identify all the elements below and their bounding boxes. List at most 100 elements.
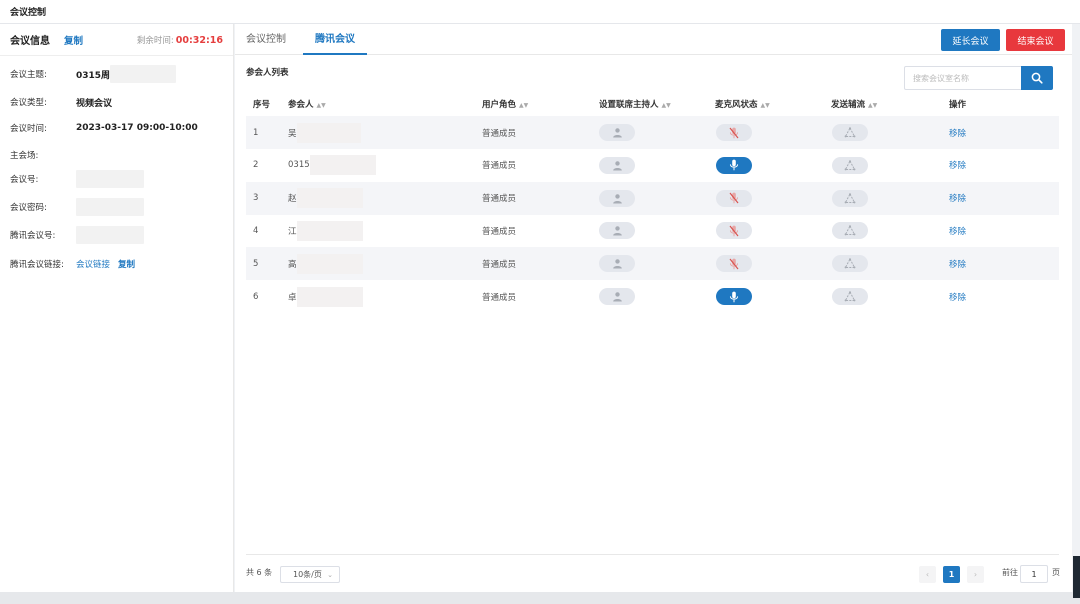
mic-toggle[interactable] [716, 247, 752, 280]
mic-toggle[interactable] [716, 149, 752, 182]
cohost-toggle[interactable] [599, 280, 635, 313]
share-icon [844, 192, 856, 203]
remove-button[interactable]: 移除 [949, 291, 966, 303]
col-share[interactable]: 发送辅流 ▲▼ [831, 94, 877, 116]
cohost-toggle[interactable] [599, 182, 635, 215]
page-size-value: 10条/页 [293, 570, 322, 579]
goto-page-input[interactable]: 1 [1020, 565, 1048, 583]
cell-text: 普通成员 [482, 259, 517, 270]
share-toggle[interactable] [832, 247, 868, 280]
mic-button[interactable] [716, 156, 752, 174]
col-role[interactable]: 用户角色 ▲▼ [482, 94, 528, 116]
next-page-button[interactable]: › [967, 566, 984, 583]
info-type-label: 会议类型: [10, 98, 47, 108]
col-mic-label: 麦克风状态 [715, 100, 758, 110]
info-subject-label: 会议主题: [10, 70, 47, 80]
cohost-button[interactable] [599, 156, 635, 174]
remove-button[interactable]: 移除 [949, 127, 966, 139]
remove-cell: 移除 [949, 214, 966, 247]
copy-info-button[interactable]: 复制 [64, 33, 83, 47]
cell-text: 4 [253, 225, 259, 236]
cohost-toggle[interactable] [599, 149, 635, 182]
col-role-label: 用户角色 [482, 100, 517, 110]
cohost-toggle[interactable] [599, 116, 635, 149]
share-button[interactable] [832, 156, 868, 174]
remove-cell: 移除 [949, 182, 966, 215]
sort-icon[interactable]: ▲▼ [761, 102, 770, 109]
extend-meeting-button[interactable]: 延长会议 [941, 29, 1000, 51]
sort-icon[interactable]: ▲▼ [519, 102, 528, 109]
share-button[interactable] [832, 288, 868, 305]
participant-name-text: 0315 [288, 160, 310, 171]
page-1-button[interactable]: 1 [943, 566, 960, 583]
sort-icon[interactable]: ▲▼ [662, 102, 671, 109]
cohost-button[interactable] [599, 222, 635, 240]
end-meeting-button[interactable]: 结束会议 [1006, 29, 1065, 51]
redacted-block [309, 155, 376, 176]
window-title: 会议控制 [0, 0, 1080, 24]
cell-text: 6 [253, 291, 259, 302]
share-button[interactable] [832, 124, 868, 141]
tab-meeting-control[interactable]: 会议控制 [246, 24, 286, 55]
info-tx-link: 腾讯会议链接: 会议链接 复制 [10, 254, 230, 274]
table-row: 5 高 普通成员 移除 [246, 247, 1059, 281]
share-toggle[interactable] [832, 149, 868, 182]
col-participant[interactable]: 参会人 ▲▼ [288, 94, 326, 116]
redacted-block [296, 220, 363, 241]
table-row: 1 吴 普通成员 移除 [246, 116, 1059, 149]
remove-cell: 移除 [949, 116, 966, 149]
tx-meeting-link[interactable]: 会议链接 [76, 258, 110, 270]
cell-text: 普通成员 [482, 292, 517, 303]
cohost-button[interactable] [599, 288, 635, 305]
share-toggle[interactable] [832, 214, 868, 247]
search-button[interactable] [1021, 66, 1053, 90]
mic-toggle[interactable] [716, 182, 752, 215]
microphone-off-icon [729, 127, 739, 138]
cohost-toggle[interactable] [599, 214, 635, 247]
info-time: 会议时间: 2023-03-17 09:00-10:00 [10, 118, 230, 138]
mic-toggle[interactable] [716, 116, 752, 149]
mic-button[interactable] [716, 255, 752, 273]
bottom-scrollbar[interactable] [0, 592, 1080, 604]
row-no: 1 [253, 116, 258, 149]
copy-link-button[interactable]: 复制 [118, 258, 135, 270]
cohost-toggle[interactable] [599, 247, 635, 280]
participant-name: 江 [288, 214, 363, 247]
sort-icon[interactable]: ▲▼ [317, 102, 326, 109]
share-toggle[interactable] [832, 182, 868, 215]
side-handle[interactable] [1073, 556, 1080, 598]
redacted-block [296, 286, 363, 307]
sort-icon[interactable]: ▲▼ [868, 102, 877, 109]
user-icon [612, 292, 622, 302]
share-button[interactable] [832, 222, 868, 240]
participant-name: 卓 [288, 280, 363, 313]
meeting-info-panel: 会议信息 复制 剩余时间: 00:32:16 会议主题: 0315周 会议类型: … [0, 24, 234, 592]
info-meeting-no-label: 会议号: [10, 175, 39, 185]
share-button[interactable] [832, 255, 868, 273]
participant-name: 赵 [288, 182, 363, 215]
share-toggle[interactable] [832, 116, 868, 149]
participant-name: 吴 [288, 116, 361, 149]
mic-button[interactable] [716, 124, 752, 141]
cohost-button[interactable] [599, 124, 635, 141]
mic-toggle[interactable] [716, 214, 752, 247]
search-icon [1031, 72, 1043, 84]
remove-button[interactable]: 移除 [949, 258, 966, 270]
cohost-button[interactable] [599, 255, 635, 273]
mic-toggle[interactable] [716, 280, 752, 313]
mic-button[interactable] [716, 288, 752, 305]
col-mic[interactable]: 麦克风状态 ▲▼ [715, 94, 770, 116]
tab-tencent-meeting[interactable]: 腾讯会议 [303, 24, 367, 55]
remove-button[interactable]: 移除 [949, 159, 966, 171]
col-cohost[interactable]: 设置联席主持人 ▲▼ [599, 94, 671, 116]
remove-button[interactable]: 移除 [949, 225, 966, 237]
cohost-button[interactable] [599, 189, 635, 207]
share-toggle[interactable] [832, 280, 868, 313]
remove-button[interactable]: 移除 [949, 192, 966, 204]
share-button[interactable] [832, 189, 868, 207]
page-size-select[interactable]: 10条/页 ⌄ [280, 566, 340, 583]
prev-page-button[interactable]: ‹ [919, 566, 936, 583]
mic-button[interactable] [716, 222, 752, 240]
mic-button[interactable] [716, 189, 752, 207]
pagination-bar: 共 6 条 10条/页 ⌄ ‹ 1 › 前往 1 页 [246, 554, 1060, 592]
